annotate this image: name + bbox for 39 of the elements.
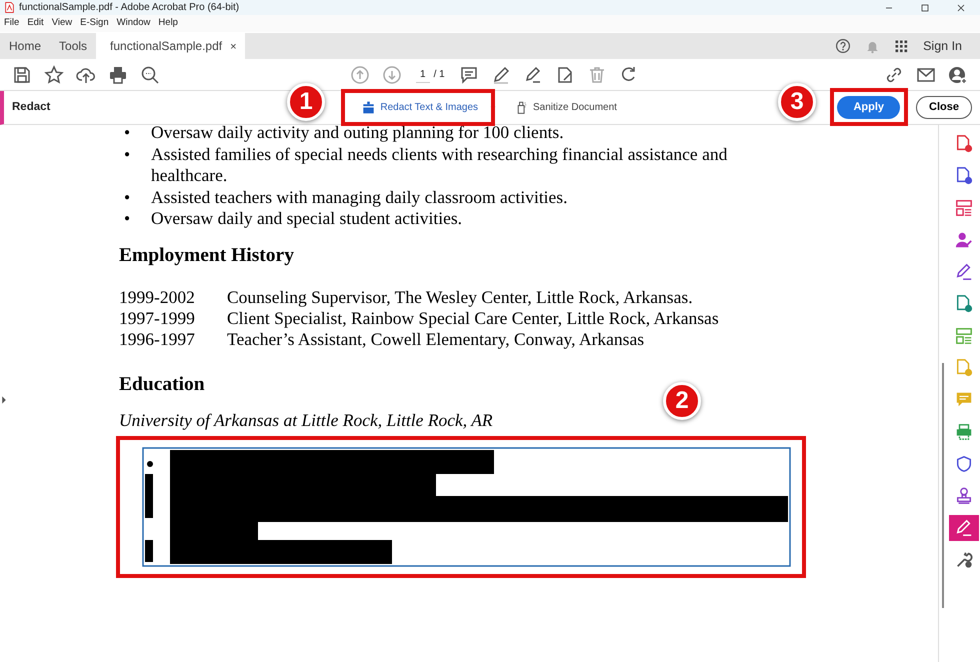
page-count: / 1: [434, 68, 445, 82]
menu-item[interactable]: E-Sign: [80, 16, 109, 31]
job-description: Client Specialist, Rainbow Special Care Center, Little Rock, Arkansas: [227, 308, 719, 329]
menu-item[interactable]: File: [4, 16, 20, 31]
sign-in-button[interactable]: Sign In: [923, 36, 962, 56]
apply-button[interactable]: Apply: [837, 96, 900, 119]
step-number-badge: 2: [663, 382, 701, 420]
tab-close-icon[interactable]: ×: [230, 40, 237, 53]
menu-item[interactable]: Help: [158, 16, 178, 31]
list-item-text: Assisted teachers with managing daily classroom activities.: [151, 186, 568, 206]
menu-item[interactable]: Window: [116, 16, 150, 31]
school-name: University of Arkansas at Little Rock, Little Rock, AR: [119, 409, 493, 432]
step-number-badge: 3: [778, 83, 816, 121]
menu-item[interactable]: View: [52, 16, 72, 31]
tab[interactable]: Home: [0, 33, 50, 59]
bullet-icon: •: [124, 144, 130, 165]
section-heading: Education: [119, 372, 205, 397]
bullet-icon: •: [124, 208, 130, 230]
menu-item[interactable]: Edit: [27, 16, 44, 31]
page-number-field[interactable]: 1: [416, 66, 430, 82]
year-range: 1996-1997: [119, 328, 196, 350]
list-item-text: Oversaw daily and special student activities.: [151, 208, 462, 228]
bullet-icon: •: [124, 186, 130, 208]
job-description: Teacher’s Assistant, Cowell Elementary, Conway, Arkansas: [227, 328, 644, 350]
toolbar-button[interactable]: Sanitize Document: [511, 98, 621, 117]
close-button[interactable]: Close: [916, 96, 972, 119]
list-item-text: Assisted families of special needs clients with researching financial assistance and healthcare.: [151, 144, 728, 185]
window-title: functionalSample.pdf - Adobe Acrobat Pro (64-bit): [19, 1, 240, 15]
section-heading: Employment History: [119, 244, 294, 268]
tab[interactable]: Tools: [50, 33, 96, 59]
toolbar-title: Redact: [11, 100, 50, 115]
year-range: 1999-2002: [119, 286, 196, 308]
toolbar-button[interactable]: Redact Text & Images: [358, 98, 502, 117]
tab[interactable]: functionalSample.pdf ×: [96, 33, 245, 59]
list-item-text: Oversaw daily activity and outing planning for 100 clients.: [151, 122, 564, 142]
step-number-badge: 1: [287, 83, 325, 121]
bullet-icon: •: [124, 122, 130, 144]
job-description: Counseling Supervisor, The Wesley Center, Little Rock, Arkansas.: [227, 286, 693, 308]
year-range: 1997-1999: [119, 308, 196, 329]
